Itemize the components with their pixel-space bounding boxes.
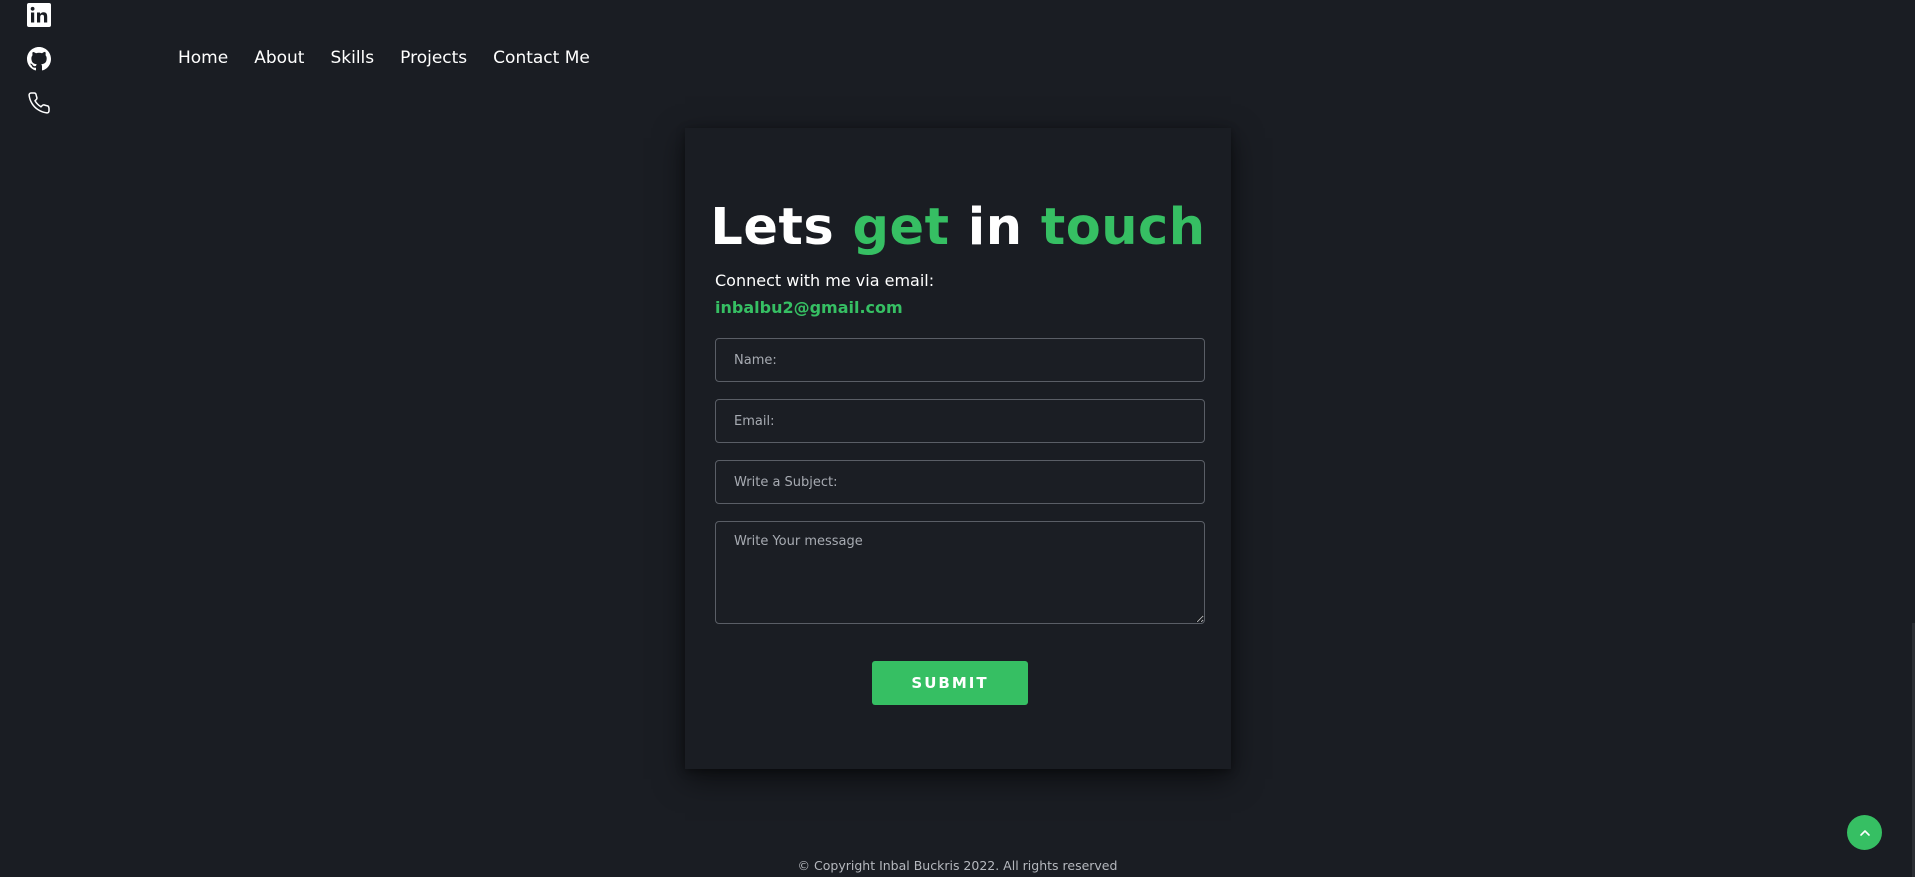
contact-card: Lets get in touch Connect with me via em… — [685, 128, 1231, 769]
main-nav: Home About Skills Projects Contact Me — [178, 48, 590, 68]
email-link[interactable]: inbalbu2@gmail.com — [715, 298, 903, 317]
scroll-to-top-button[interactable] — [1847, 815, 1882, 850]
linkedin-icon — [27, 3, 51, 27]
chevron-up-icon — [1859, 829, 1870, 836]
subject-input[interactable] — [715, 460, 1205, 504]
title-word-touch: touch — [1040, 198, 1206, 257]
title-word-lets: Lets — [710, 198, 835, 257]
title-word-get: get — [852, 198, 950, 257]
title-word-in: in — [967, 198, 1023, 257]
message-textarea[interactable] — [715, 521, 1205, 624]
email-input[interactable] — [715, 399, 1205, 443]
phone-icon — [28, 92, 50, 114]
linkedin-link[interactable] — [26, 2, 52, 28]
name-input[interactable] — [715, 338, 1205, 382]
nav-projects[interactable]: Projects — [400, 48, 467, 68]
nav-about[interactable]: About — [254, 48, 304, 68]
github-link[interactable] — [26, 46, 52, 72]
nav-contact-me[interactable]: Contact Me — [493, 48, 590, 68]
phone-link[interactable] — [26, 90, 52, 116]
github-icon — [27, 47, 51, 71]
nav-home[interactable]: Home — [178, 48, 228, 68]
social-links — [26, 2, 52, 116]
footer-copyright: © Copyright Inbal Buckris 2022. All righ… — [797, 858, 1118, 873]
connect-text: Connect with me via email: — [715, 271, 935, 290]
submit-button[interactable]: SUBMIT — [872, 661, 1028, 705]
contact-title: Lets get in touch — [685, 198, 1231, 257]
nav-skills[interactable]: Skills — [330, 48, 374, 68]
